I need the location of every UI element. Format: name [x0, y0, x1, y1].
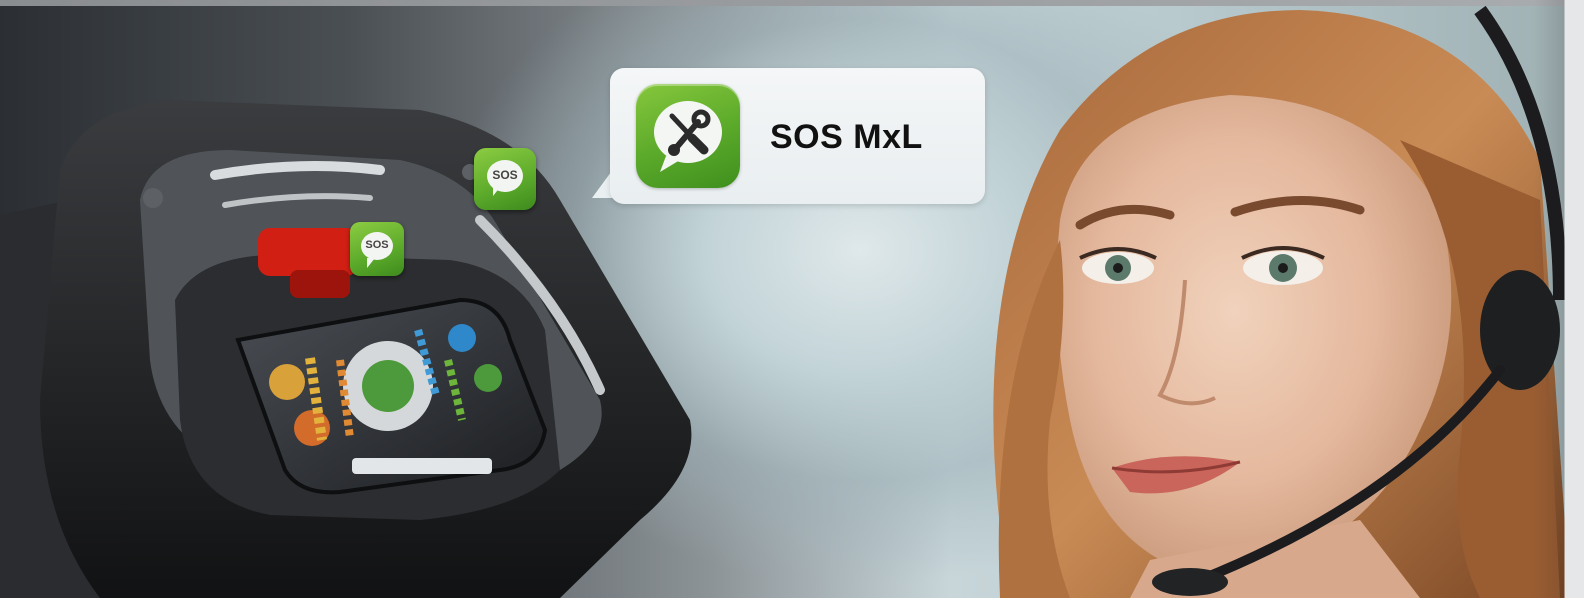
- steering-wheel: [0, 100, 692, 598]
- sos-badge-large: SOS: [474, 148, 536, 210]
- bubble-title: SOS MxL: [770, 118, 923, 156]
- support-agent-photo: [993, 5, 1570, 598]
- app-icon: [636, 84, 740, 188]
- wrench-screwdriver-chat-icon: [654, 101, 722, 172]
- sos-badge-small: SOS: [350, 222, 404, 276]
- sos-badge-label: SOS: [492, 168, 518, 182]
- sos-badge-label: SOS: [365, 239, 389, 251]
- speech-bubble: SOS MxL: [610, 68, 985, 204]
- top-divider: [0, 0, 1584, 6]
- hero-banner: SOS SOS SOS MxL: [0, 0, 1584, 598]
- right-edge-strip: [1534, 0, 1584, 598]
